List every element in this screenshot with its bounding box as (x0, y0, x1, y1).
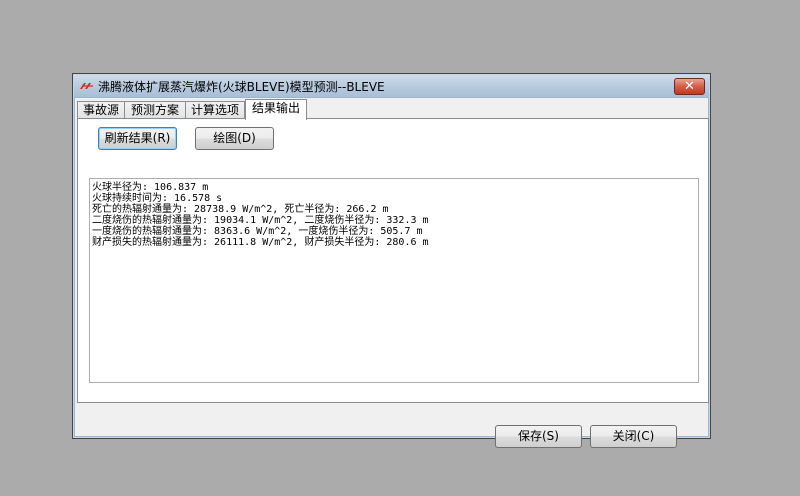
title-bar[interactable]: 沸腾液体扩展蒸汽爆炸(火球BLEVE)模型预测--BLEVE ✕ (74, 75, 709, 97)
refresh-results-button[interactable]: 刷新结果(R) (98, 127, 177, 150)
dialog-window: 沸腾液体扩展蒸汽爆炸(火球BLEVE)模型预测--BLEVE ✕ 事故源 预测方… (72, 73, 711, 448)
close-icon[interactable]: ✕ (674, 78, 705, 95)
close-button[interactable]: 关闭(C) (590, 425, 677, 448)
result-line: 财产损失的热辐射通量为: 26111.8 W/m^2, 财产损失半径为: 280… (92, 237, 429, 248)
result-line: 一度烧伤的热辐射通量为: 8363.6 W/m^2, 一度烧伤半径为: 505.… (92, 226, 423, 237)
result-line: 火球持续时间为: 16.578 s (92, 193, 223, 204)
save-button[interactable]: 保存(S) (495, 425, 582, 448)
result-line: 二度烧伤的热辐射通量为: 19034.1 W/m^2, 二度烧伤半径为: 332… (92, 215, 429, 226)
result-line: 死亡的热辐射通量为: 28738.9 W/m^2, 死亡半径为: 266.2 m (92, 204, 389, 215)
result-output-panel: 刷新结果(R) 绘图(D) 火球半径为: 106.837 m 火球持续时间为: … (77, 118, 709, 403)
result-line: 火球半径为: 106.837 m (92, 182, 209, 193)
dialog-footer: 保存(S) 关闭(C) (75, 403, 708, 448)
app-logo-icon (80, 83, 93, 89)
tab-calc-options[interactable]: 计算选项 (185, 101, 245, 119)
tab-prediction-scheme[interactable]: 预测方案 (124, 101, 186, 119)
plot-button[interactable]: 绘图(D) (195, 127, 274, 150)
tab-result-output[interactable]: 结果输出 (245, 99, 307, 120)
tab-accident-source[interactable]: 事故源 (77, 101, 125, 119)
results-textarea[interactable]: 火球半径为: 106.837 m 火球持续时间为: 16.578 s 死亡的热辐… (89, 178, 699, 383)
window-title: 沸腾液体扩展蒸汽爆炸(火球BLEVE)模型预测--BLEVE (98, 80, 385, 94)
dialog-client-area: 事故源 预测方案 计算选项 结果输出 刷新结果(R) 绘图(D) 火球半径为: … (75, 98, 709, 448)
